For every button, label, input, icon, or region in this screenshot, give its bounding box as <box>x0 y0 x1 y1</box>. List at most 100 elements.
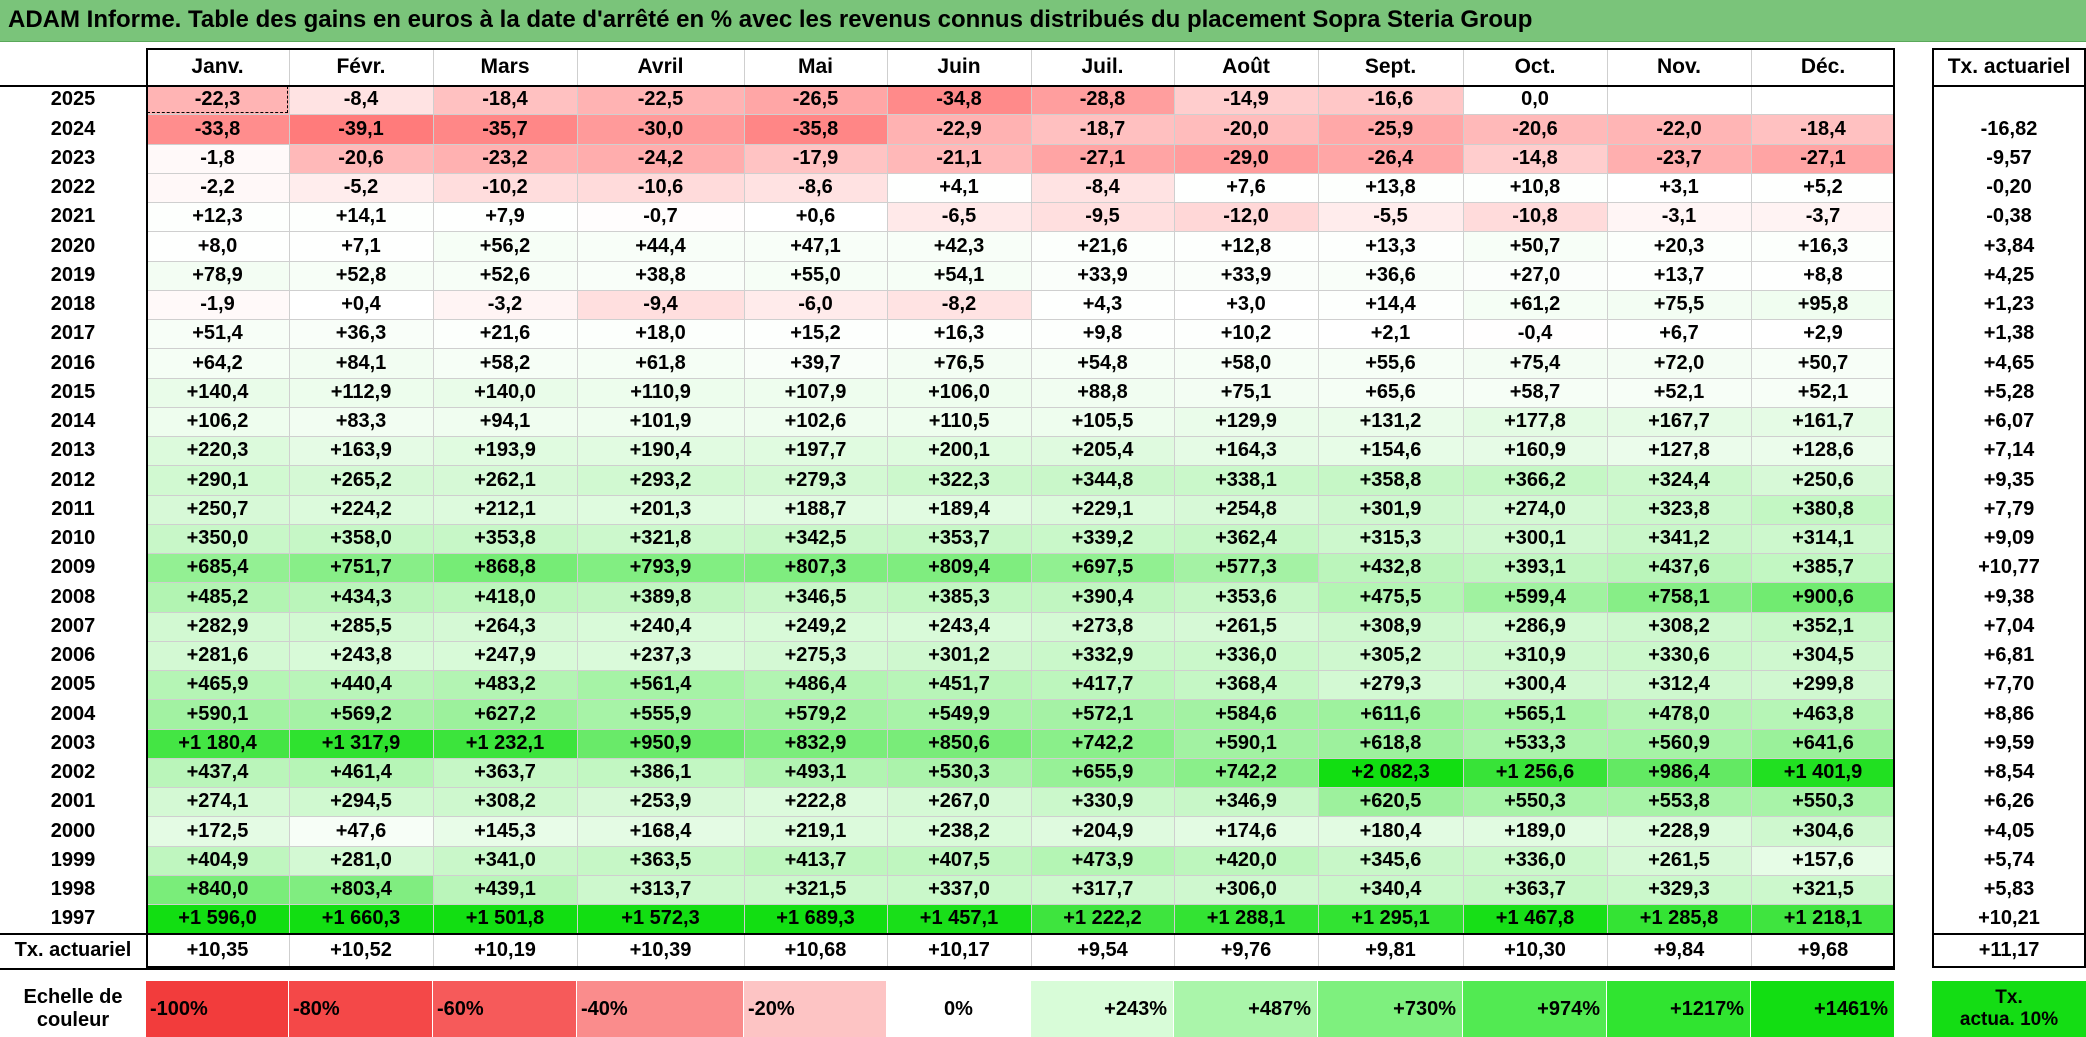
gain-cell: +2,9 <box>1751 319 1895 348</box>
gain-cell: -3,7 <box>1751 202 1895 231</box>
gain-cell: +986,4 <box>1607 758 1751 787</box>
gain-cell: +247,9 <box>433 641 577 670</box>
gain-cell: +101,9 <box>577 407 744 436</box>
gain-cell: +275,3 <box>744 641 887 670</box>
row-tx-actuariel: +4,65 <box>1983 351 2035 374</box>
year-label: 2010 <box>50 527 96 549</box>
gain-cell: +83,3 <box>289 407 433 436</box>
gain-cell: -20,6 <box>1463 114 1607 144</box>
gain-cell: -9,5 <box>1031 202 1174 231</box>
gain-cell: -22,9 <box>887 114 1031 144</box>
row-tx-actuariel: +5,74 <box>1983 849 2035 871</box>
gain-cell: +168,4 <box>577 816 744 846</box>
gain-cell: +315,3 <box>1318 524 1463 553</box>
gain-cell: +6,7 <box>1607 319 1751 348</box>
gain-cell: +358,8 <box>1318 465 1463 495</box>
month-header: Oct. <box>1514 54 1556 78</box>
gain-cell: -1,9 <box>146 290 289 319</box>
gain-cell: +110,5 <box>887 407 1031 436</box>
gain-cell: +2 082,3 <box>1318 758 1463 787</box>
gain-cell: +312,4 <box>1607 670 1751 699</box>
gain-cell: +840,0 <box>146 875 289 904</box>
gain-cell: +72,0 <box>1607 348 1751 378</box>
gain-cell: +599,4 <box>1463 582 1607 612</box>
gain-cell: -33,8 <box>146 114 289 144</box>
row-tx-actuariel: +3,84 <box>1983 234 2035 257</box>
footer-underline <box>0 968 1895 970</box>
gain-cell: +107,9 <box>744 378 887 407</box>
gain-cell: -10,8 <box>1463 202 1607 231</box>
year-label: 2018 <box>50 293 96 315</box>
year-label: 1999 <box>50 849 96 871</box>
gain-cell: +329,3 <box>1607 875 1751 904</box>
gain-cell: +172,5 <box>146 816 289 846</box>
gain-cell: -20,6 <box>289 144 433 173</box>
gain-cell: +177,8 <box>1463 407 1607 436</box>
gain-cell: +350,0 <box>146 524 289 553</box>
gain-cell: +36,6 <box>1318 261 1463 290</box>
gain-cell: +52,6 <box>433 261 577 290</box>
row-tx-actuariel <box>1932 85 2086 114</box>
gain-cell: +304,5 <box>1751 641 1895 670</box>
gain-cell: +145,3 <box>433 816 577 846</box>
gain-cell: +304,6 <box>1751 816 1895 846</box>
gain-cell: +47,6 <box>289 816 433 846</box>
gain-cell: +212,1 <box>433 495 577 524</box>
gain-cell: +549,9 <box>887 699 1031 729</box>
gain-cell: -0,7 <box>577 202 744 231</box>
gain-cell: -22,5 <box>577 85 744 114</box>
row-tx-actuariel: -9,57 <box>1986 147 2032 169</box>
gain-cell: +163,9 <box>289 436 433 465</box>
gain-cell: +7,1 <box>289 231 433 261</box>
gain-cell: +273,8 <box>1031 612 1174 641</box>
gain-cell: +1 295,1 <box>1318 904 1463 933</box>
gain-cell: +290,1 <box>146 465 289 495</box>
gain-cell: +14,1 <box>289 202 433 231</box>
gain-cell: +655,9 <box>1031 758 1174 787</box>
footer-tx-cell: +10,17 <box>928 939 990 961</box>
gain-cell: +366,2 <box>1463 465 1607 495</box>
gain-cell: -35,8 <box>744 114 887 144</box>
gain-cell: +380,8 <box>1751 495 1895 524</box>
row-tx-actuariel: +8,86 <box>1983 702 2035 725</box>
year-label: 2023 <box>50 147 96 169</box>
gain-cell: +1 317,9 <box>289 729 433 758</box>
gain-cell: +389,8 <box>577 582 744 612</box>
gain-cell: +1 457,1 <box>887 904 1031 933</box>
gain-cell: +265,2 <box>289 465 433 495</box>
gain-cell: -39,1 <box>289 114 433 144</box>
gain-cell: +611,6 <box>1318 699 1463 729</box>
gain-cell: +301,2 <box>887 641 1031 670</box>
gain-cell: +308,2 <box>433 787 577 816</box>
gain-cell: +39,7 <box>744 348 887 378</box>
gain-cell: +127,8 <box>1607 436 1751 465</box>
gain-cell: -5,5 <box>1318 202 1463 231</box>
title-bar: ADAM Informe. Table des gains en euros à… <box>0 0 2086 42</box>
year-label: 2022 <box>50 176 96 198</box>
year-label: 2011 <box>51 498 95 520</box>
gain-cell: +478,0 <box>1607 699 1751 729</box>
row-tx-actuariel: +10,77 <box>1978 556 2040 578</box>
gain-cell: +330,6 <box>1607 641 1751 670</box>
gain-cell: +550,3 <box>1751 787 1895 816</box>
gain-cell: +590,1 <box>146 699 289 729</box>
gain-cell: +157,6 <box>1751 846 1895 875</box>
gain-cell: +308,9 <box>1318 612 1463 641</box>
gain-cell: +7,6 <box>1174 173 1318 202</box>
row-tx-actuariel: +6,07 <box>1983 410 2035 432</box>
footer-tx-cell: +10,39 <box>629 939 692 961</box>
month-header: Déc. <box>1800 54 1846 78</box>
gain-cell: +868,8 <box>433 553 577 582</box>
gain-cell: +15,2 <box>744 319 887 348</box>
gain-cell: +742,2 <box>1031 729 1174 758</box>
year-label: 1998 <box>50 878 96 900</box>
year-label: 2021 <box>50 205 96 227</box>
footer-tx-cell: +10,35 <box>186 939 249 961</box>
month-header: Août <box>1222 54 1270 78</box>
gain-cell: +61,8 <box>577 348 744 378</box>
gain-cell: +432,8 <box>1318 553 1463 582</box>
gain-cell: +14,4 <box>1318 290 1463 319</box>
gain-cell: -22,0 <box>1607 114 1751 144</box>
gain-cell: +584,6 <box>1174 699 1318 729</box>
gain-cell: +281,0 <box>289 846 433 875</box>
